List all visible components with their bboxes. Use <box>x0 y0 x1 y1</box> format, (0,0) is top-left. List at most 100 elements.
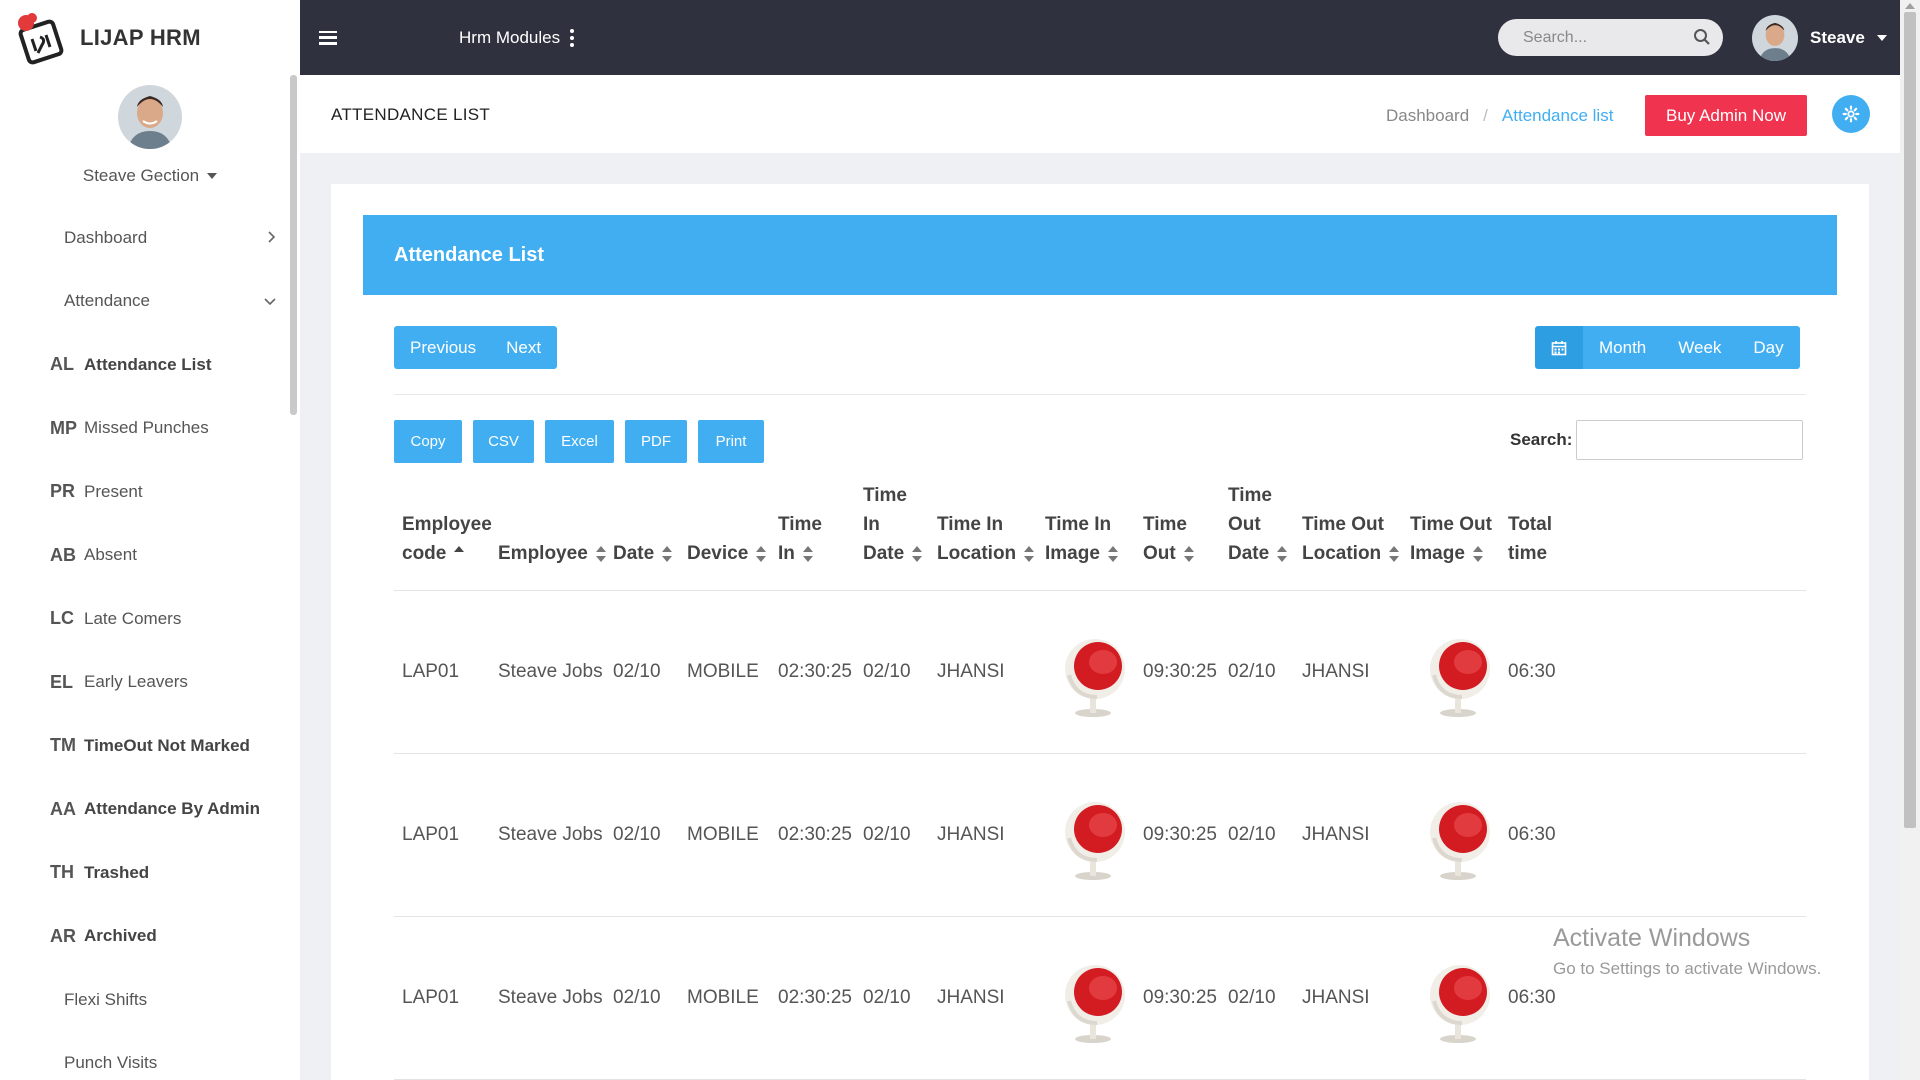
column-header-text: Image <box>1045 543 1100 564</box>
previous-button[interactable]: Previous <box>394 326 493 369</box>
hamburger-icon[interactable] <box>319 30 337 45</box>
brand-name: LIJAP HRM <box>80 24 201 50</box>
user-menu[interactable]: Steave <box>1752 15 1887 61</box>
day-view-button[interactable]: Day <box>1737 326 1800 369</box>
column-header-date[interactable]: Date <box>613 539 673 568</box>
sidebar-item-attendance-list[interactable]: AL Attendance List <box>0 333 300 397</box>
sidebar-item-label: Attendance <box>64 291 151 311</box>
csv-button[interactable]: CSV <box>473 420 534 463</box>
print-button[interactable]: Print <box>698 420 764 463</box>
sidebar-scrollbar[interactable] <box>290 75 297 415</box>
column-header-total-time[interactable]: Total time <box>1508 510 1552 568</box>
cell-time-out-date: 02/10 <box>1228 661 1276 682</box>
time-out-image[interactable] <box>1424 961 1494 1051</box>
breadcrumb-dashboard[interactable]: Dashboard <box>1386 106 1469 126</box>
column-header-time-out-image[interactable]: Time Out Image <box>1410 510 1492 568</box>
sidebar-item-label: Missed Punches <box>84 418 209 438</box>
table-search: Search: <box>1510 420 1804 460</box>
sidebar-item-attendance-by-admin[interactable]: AA Attendance By Admin <box>0 778 300 842</box>
month-view-button[interactable]: Month <box>1583 326 1663 369</box>
copy-button[interactable]: Copy <box>394 420 462 463</box>
sidebar-item-flexi-shifts[interactable]: Flexi Shifts <box>0 968 300 1032</box>
sidebar-item-absent[interactable]: AB Absent <box>0 524 300 588</box>
sidebar-item-timeout-not-marked[interactable]: TM TimeOut Not Marked <box>0 714 300 778</box>
week-view-button[interactable]: Week <box>1662 326 1738 369</box>
cell-device: MOBILE <box>687 661 759 682</box>
cell-time-out: 09:30:25 <box>1143 824 1217 845</box>
column-header-device[interactable]: Device <box>687 539 767 568</box>
cell-time-in: 02:30:25 <box>778 661 852 682</box>
profile-name-dropdown[interactable]: Steave Gection <box>82 166 218 186</box>
table-row[interactable]: LAP01 Steave Jobs 02/10 MOBILE 02:30:25 02/10… <box>394 591 1806 754</box>
sidebar-item-dashboard[interactable]: Dashboard <box>0 206 300 270</box>
sidebar-item-label: Flexi Shifts <box>64 989 148 1009</box>
column-header-text: Time <box>1228 485 1273 506</box>
next-button[interactable]: Next <box>492 326 558 369</box>
watermark-line2: Go to Settings to activate Windows. <box>1553 959 1822 978</box>
chevron-down-icon <box>264 293 276 309</box>
time-in-image[interactable] <box>1059 798 1129 888</box>
sort-icon <box>912 545 923 562</box>
column-header-time-in[interactable]: Time In <box>778 510 822 568</box>
sidebar-item-punch-visits[interactable]: Punch Visits <box>0 1032 300 1080</box>
sidebar-item-archived[interactable]: AR Archived <box>0 905 300 969</box>
column-header-time-out-date[interactable]: Time Out Date <box>1228 481 1288 568</box>
profile-name: Steave Gection <box>82 166 200 185</box>
calendar-icon[interactable] <box>1535 326 1583 369</box>
sidebar-item-abbr: AA <box>50 798 76 819</box>
column-header-text: Time In <box>937 514 1004 535</box>
column-header-text: Total <box>1508 514 1552 535</box>
time-in-image[interactable] <box>1059 635 1129 725</box>
column-header-time-out-location[interactable]: Time Out Location <box>1302 510 1400 568</box>
column-header-text: Device <box>687 543 749 564</box>
time-out-image[interactable] <box>1424 798 1494 888</box>
column-header-time-in-location[interactable]: Time In Location <box>937 510 1035 568</box>
table-row[interactable]: LAP01 Steave Jobs 02/10 MOBILE 02:30:25 02/10… <box>394 754 1806 917</box>
topbar: Hrm Modules Steave <box>300 0 1900 75</box>
brand[interactable]: LIJAP HRM <box>0 0 300 75</box>
buy-admin-button[interactable]: Buy Admin Now <box>1645 95 1807 136</box>
column-header-time-out[interactable]: Time Out <box>1143 510 1194 568</box>
sidebar-item-abbr: PR <box>50 481 76 502</box>
window-scrollbar-thumb[interactable] <box>1904 12 1916 828</box>
top-search-input[interactable] <box>1523 28 1683 47</box>
sort-icon <box>1277 545 1288 562</box>
sidebar-item-missed-punches[interactable]: MP Missed Punches <box>0 397 300 461</box>
attendance-table: Employee code Employee Date Device Time In Time… <box>394 474 1806 1080</box>
sidebar-item-label: Attendance List <box>84 354 212 374</box>
sidebar-item-abbr: LC <box>50 608 74 629</box>
cell-time-in-date: 02/10 <box>863 987 911 1008</box>
excel-button[interactable]: Excel <box>545 420 614 463</box>
column-header-text: Location <box>1302 543 1382 564</box>
sort-icon <box>756 545 767 562</box>
column-header-text: Employee <box>402 514 492 535</box>
column-header-time-in-date[interactable]: Time In Date <box>863 481 923 568</box>
column-header-text: Time <box>863 485 908 506</box>
cell-time-in-location: JHANSI <box>937 661 1005 682</box>
profile-avatar[interactable] <box>118 85 182 149</box>
column-header-time-in-image[interactable]: Time In Image <box>1045 510 1118 568</box>
scroll-up-arrow-icon[interactable] <box>1905 3 1915 9</box>
hrm-modules-menu[interactable]: Hrm Modules <box>459 28 575 48</box>
cell-employee-code: LAP01 <box>402 661 460 682</box>
caret-down-icon <box>1876 35 1887 41</box>
sidebar-item-attendance[interactable]: Attendance <box>0 270 300 334</box>
sort-icon <box>802 545 813 562</box>
search-icon[interactable] <box>1693 28 1711 46</box>
cell-device: MOBILE <box>687 824 759 845</box>
time-out-image[interactable] <box>1424 635 1494 725</box>
sidebar-item-present[interactable]: PR Present <box>0 460 300 524</box>
column-header-employee[interactable]: Employee <box>498 539 606 568</box>
table-search-input[interactable] <box>1576 420 1804 460</box>
pdf-button[interactable]: PDF <box>625 420 687 463</box>
time-in-image[interactable] <box>1059 961 1129 1051</box>
sidebar-item-late-comers[interactable]: LC Late Comers <box>0 587 300 651</box>
gear-icon[interactable] <box>1832 95 1870 133</box>
cell-employee: Steave Jobs <box>498 824 603 845</box>
sidebar-menu: Dashboard Attendance AL Attendance List … <box>0 206 300 1080</box>
column-header-employee-code[interactable]: Employee code <box>402 510 492 568</box>
sidebar-item-abbr: AB <box>50 544 76 565</box>
sidebar-item-trashed[interactable]: TH Trashed <box>0 841 300 905</box>
sidebar-item-early-leavers[interactable]: EL Early Leavers <box>0 651 300 715</box>
column-header-text: Location <box>937 543 1017 564</box>
